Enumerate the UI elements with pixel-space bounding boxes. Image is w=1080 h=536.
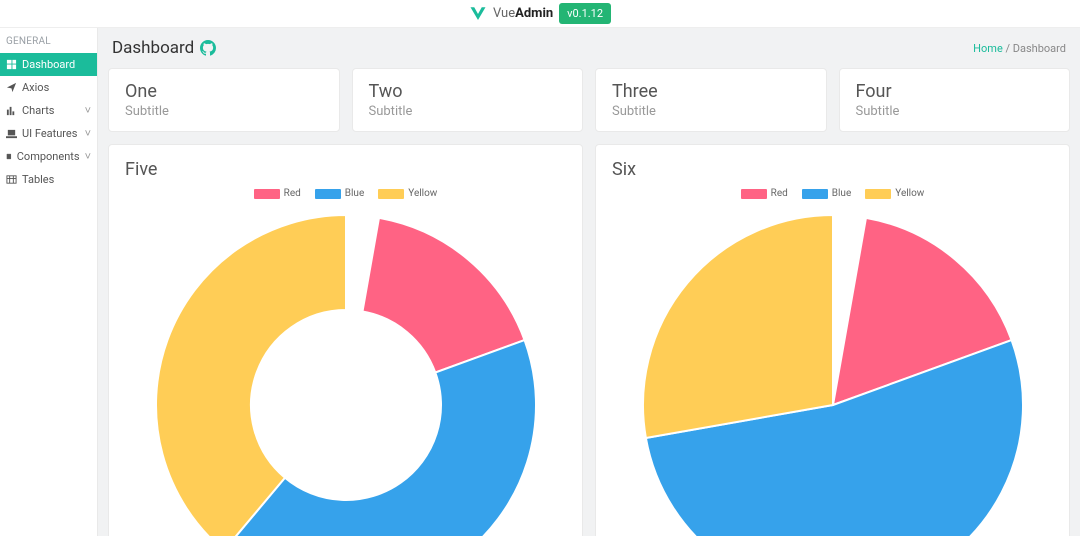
info-card: Three Subtitle: [595, 68, 827, 132]
page-header: Dashboard Home / Dashboard: [108, 28, 1070, 68]
chart-row: Five Red Blue Yellow Six Red Blue Yellow: [108, 144, 1070, 536]
chart-card: Five Red Blue Yellow: [108, 144, 583, 536]
card-title: One: [125, 81, 323, 102]
bar-icon: [6, 105, 17, 116]
sidebar: GENERAL DashboardAxiosCharts˅UI Features…: [0, 28, 98, 536]
legend-swatch: [254, 189, 280, 199]
legend-swatch: [315, 189, 341, 199]
chevron-down-icon: ˅: [85, 127, 91, 140]
sidebar-item-tables[interactable]: Tables: [0, 168, 97, 191]
card-subtitle: Subtitle: [369, 104, 567, 119]
legend-swatch: [741, 189, 767, 199]
card-title: Four: [856, 81, 1054, 102]
legend-label: Yellow: [408, 188, 437, 199]
chart-canvas: [612, 205, 1053, 536]
sidebar-item-dashboard[interactable]: Dashboard: [0, 53, 97, 76]
chart-card: Six Red Blue Yellow: [595, 144, 1070, 536]
legend-item[interactable]: Blue: [315, 188, 364, 199]
sidebar-item-axios[interactable]: Axios: [0, 76, 97, 99]
github-icon[interactable]: [200, 40, 216, 56]
pie-slice[interactable]: [223, 340, 535, 536]
legend-swatch: [802, 189, 828, 199]
pie-slice[interactable]: [643, 215, 833, 438]
sidebar-item-label: Dashboard: [22, 58, 75, 71]
sidebar-group-label: GENERAL: [0, 28, 97, 53]
card-subtitle: Subtitle: [125, 104, 323, 119]
legend-label: Red: [771, 188, 788, 199]
brand-text: VueAdmin: [493, 6, 553, 21]
book-icon: [6, 151, 12, 162]
legend-item[interactable]: Blue: [802, 188, 851, 199]
chart-title: Six: [612, 159, 1053, 180]
sidebar-item-label: Charts: [22, 104, 54, 117]
breadcrumb-current: Dashboard: [1013, 42, 1066, 55]
sidebar-item-label: UI Features: [22, 127, 77, 140]
topbar: VueAdmin v0.1.12: [0, 0, 1080, 28]
legend-item[interactable]: Red: [254, 188, 301, 199]
main-content: Dashboard Home / Dashboard OneSubtitleTw…: [98, 28, 1080, 536]
info-card: Two Subtitle: [352, 68, 584, 132]
legend-item[interactable]: Yellow: [865, 188, 924, 199]
legend-label: Red: [284, 188, 301, 199]
chart-title: Five: [125, 159, 566, 180]
brand-post: Admin: [515, 6, 553, 21]
chevron-down-icon: ˅: [85, 104, 91, 117]
chart-canvas: [125, 205, 566, 536]
legend-item[interactable]: Red: [741, 188, 788, 199]
legend-label: Blue: [345, 188, 364, 199]
legend-swatch: [378, 189, 404, 199]
info-card: One Subtitle: [108, 68, 340, 132]
table-icon: [6, 174, 17, 185]
version-badge[interactable]: v0.1.12: [559, 3, 611, 24]
breadcrumb: Home / Dashboard: [973, 42, 1066, 55]
dashboard-icon: [6, 59, 17, 70]
chart-legend: Red Blue Yellow: [125, 188, 566, 199]
legend-label: Blue: [832, 188, 851, 199]
info-card: Four Subtitle: [839, 68, 1071, 132]
card-title: Three: [612, 81, 810, 102]
sidebar-item-label: Components: [17, 150, 80, 163]
laptop-icon: [6, 128, 17, 139]
breadcrumb-sep: /: [1006, 42, 1013, 55]
legend-swatch: [865, 189, 891, 199]
brand-pre: Vue: [493, 6, 515, 21]
plane-icon: [6, 82, 17, 93]
page-title: Dashboard: [112, 38, 194, 58]
sidebar-item-label: Axios: [22, 81, 49, 94]
sidebar-item-charts[interactable]: Charts ˅: [0, 99, 97, 122]
info-cards-row: One Subtitle Two Subtitle Three Subtitle Four S…: [108, 68, 1070, 132]
card-subtitle: Subtitle: [856, 104, 1054, 119]
sidebar-item-components[interactable]: Components ˅: [0, 145, 97, 168]
chevron-down-icon: ˅: [85, 150, 91, 163]
pie-slice[interactable]: [156, 215, 346, 536]
chart-legend: Red Blue Yellow: [612, 188, 1053, 199]
breadcrumb-home[interactable]: Home: [973, 42, 1003, 55]
sidebar-item-label: Tables: [22, 173, 54, 186]
legend-label: Yellow: [895, 188, 924, 199]
vue-logo-icon: [469, 5, 487, 23]
legend-item[interactable]: Yellow: [378, 188, 437, 199]
sidebar-item-ui-features[interactable]: UI Features ˅: [0, 122, 97, 145]
card-subtitle: Subtitle: [612, 104, 810, 119]
card-title: Two: [369, 81, 567, 102]
